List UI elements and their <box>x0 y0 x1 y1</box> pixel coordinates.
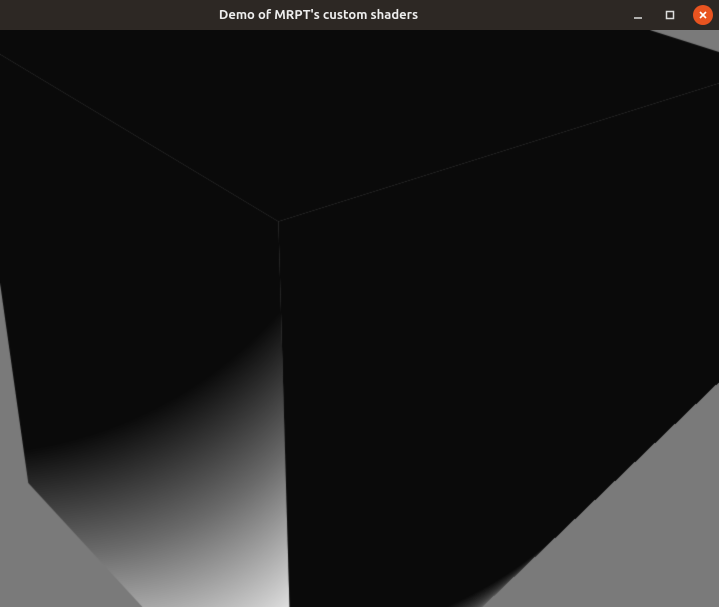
minimize-button[interactable] <box>629 6 647 24</box>
minimize-icon <box>632 9 644 21</box>
render-canvas <box>0 30 719 607</box>
application-window: Demo of MRPT's custom shaders <box>0 0 719 607</box>
close-icon <box>698 10 708 20</box>
opengl-viewport[interactable] <box>0 30 719 607</box>
title-bar[interactable]: Demo of MRPT's custom shaders <box>0 0 719 30</box>
window-controls <box>629 5 713 25</box>
maximize-button[interactable] <box>661 6 679 24</box>
close-button[interactable] <box>693 5 713 25</box>
maximize-icon <box>664 9 676 21</box>
window-title: Demo of MRPT's custom shaders <box>8 8 629 22</box>
